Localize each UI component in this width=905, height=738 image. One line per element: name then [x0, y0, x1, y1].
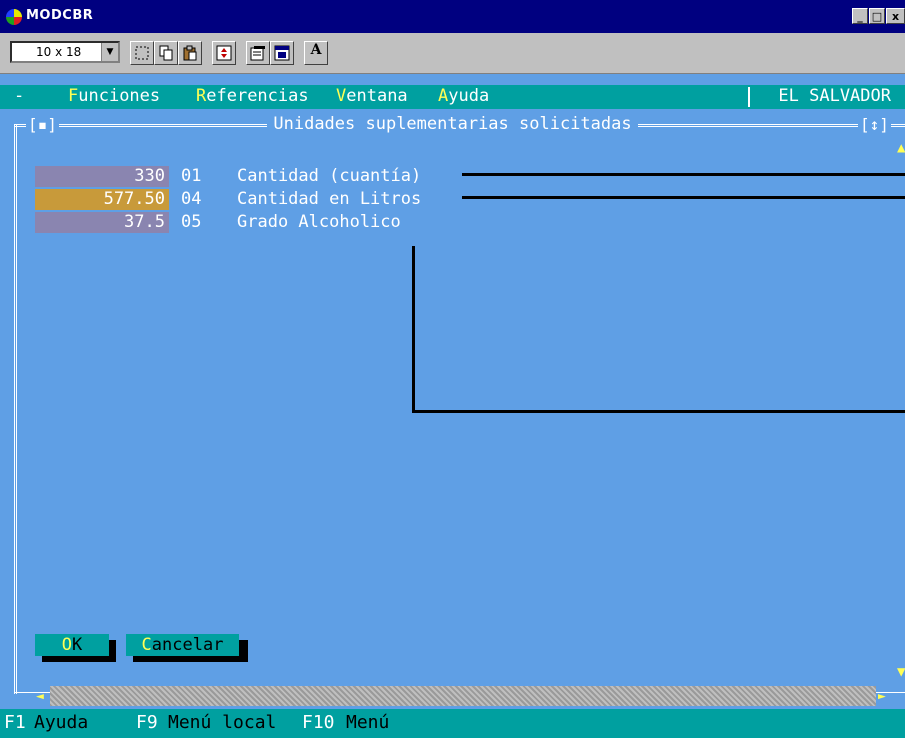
unit-code: 04	[181, 189, 202, 209]
font-icon[interactable]: A	[304, 41, 328, 65]
dialog-title: Unidades suplementarias solicitadas	[267, 114, 638, 134]
window-title: MODCBR	[26, 8, 94, 23]
button-hotkey: O	[61, 635, 72, 655]
system-menu[interactable]: -	[14, 86, 24, 106]
dialog-resize-box[interactable]: [↕]	[858, 115, 891, 134]
ok-button[interactable]: OK	[35, 634, 109, 656]
fullscreen-icon[interactable]	[212, 41, 236, 65]
menu-divider	[748, 87, 750, 107]
copy-icon[interactable]	[154, 41, 178, 65]
menu-label: entana	[346, 86, 408, 106]
unit-code: 05	[181, 212, 202, 232]
dialog-title-row: Unidades suplementarias solicitadas	[0, 114, 905, 134]
unit-value-field[interactable]: 577.50	[35, 189, 169, 210]
horizontal-scrollbar[interactable]	[50, 686, 876, 706]
unit-label: Grado Alcoholico	[237, 212, 401, 232]
close-button[interactable]: x	[886, 8, 905, 24]
minimize-button[interactable]: _	[852, 8, 868, 24]
menu-bar: - Funciones Referencias Ventana Ayuda EL…	[0, 85, 905, 109]
mark-icon[interactable]	[130, 41, 154, 65]
dropdown-arrow-icon[interactable]: ▼	[101, 43, 118, 61]
menu-ventana[interactable]: Ventana	[336, 86, 408, 106]
callout-line	[412, 410, 905, 413]
app-icon[interactable]	[6, 9, 22, 25]
unit-value-field[interactable]: 330	[35, 166, 169, 187]
menu-label: eferencias	[206, 86, 309, 106]
menu-hotkey: A	[438, 86, 449, 106]
menu-funciones[interactable]: Funciones	[68, 86, 160, 106]
callout-line	[462, 196, 905, 199]
font-size-select[interactable]: 10 x 18 ▼	[10, 41, 120, 63]
dialog-close-box[interactable]: [▪]	[26, 115, 59, 134]
status-bar: F1 Ayuda F9 Menú local F10 Menú	[0, 709, 905, 738]
status-label: Ayuda	[34, 712, 89, 733]
status-key[interactable]: F1	[4, 712, 26, 733]
toolbar: 10 x 18 ▼ A	[0, 33, 905, 74]
status-label: Menú	[346, 712, 390, 733]
scroll-right-icon[interactable]: ►	[878, 689, 886, 704]
properties-icon[interactable]	[246, 41, 270, 65]
button-hotkey: C	[141, 635, 152, 655]
menu-ayuda[interactable]: Ayuda	[438, 86, 489, 106]
cancel-button[interactable]: Cancelar	[126, 634, 239, 656]
button-label: ancelar	[151, 635, 224, 655]
window-title-bar: MODCBR _ □ x	[0, 0, 905, 33]
font-size-value: 10 x 18	[36, 45, 82, 59]
unit-code: 01	[181, 166, 202, 186]
paste-icon[interactable]	[178, 41, 202, 65]
callout-line	[462, 173, 905, 176]
maximize-button[interactable]: □	[869, 8, 885, 24]
menu-referencias[interactable]: Referencias	[196, 86, 309, 106]
button-label: K	[72, 635, 83, 655]
menu-label: unciones	[78, 86, 161, 106]
scroll-left-icon[interactable]: ◄	[36, 689, 44, 704]
scroll-down-icon[interactable]: ▼	[897, 664, 905, 680]
country-label: EL SALVADOR	[778, 86, 891, 106]
unit-label: Cantidad (cuantía)	[237, 166, 422, 186]
menu-hotkey: V	[336, 86, 347, 106]
background-icon[interactable]	[270, 41, 294, 65]
menu-hotkey: R	[196, 86, 207, 106]
status-label: Menú local	[168, 712, 277, 733]
menu-hotkey: F	[68, 86, 79, 106]
status-key[interactable]: F10	[302, 712, 335, 733]
unit-label: Cantidad en Litros	[237, 189, 422, 209]
menu-label: yuda	[448, 86, 490, 106]
dialog-left-border	[14, 124, 17, 694]
unit-value-field[interactable]: 37.5	[35, 212, 169, 233]
callout-line	[412, 246, 415, 413]
scroll-up-icon[interactable]: ▲	[897, 140, 905, 156]
status-key[interactable]: F9	[136, 712, 158, 733]
